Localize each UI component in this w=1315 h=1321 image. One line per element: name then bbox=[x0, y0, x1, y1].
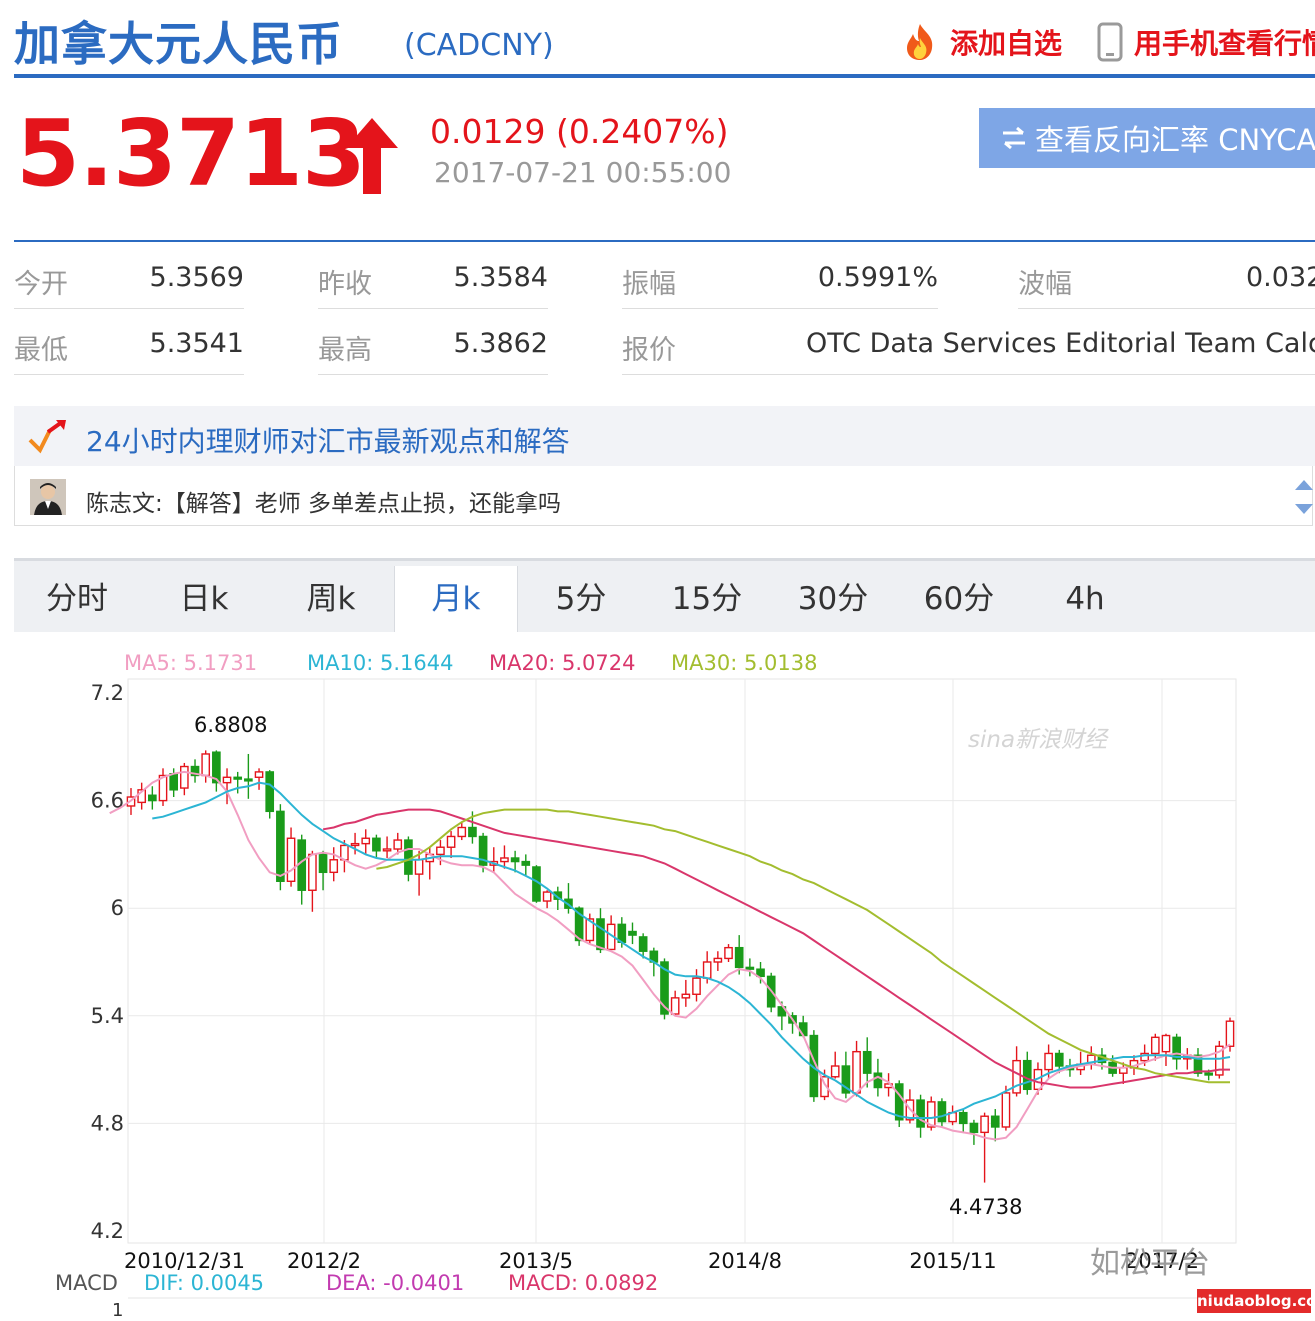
macd-label: MACD bbox=[55, 1271, 118, 1295]
high-annotation: 6.8808 bbox=[194, 713, 267, 737]
candle bbox=[190, 759, 200, 783]
candle bbox=[414, 850, 424, 896]
candle bbox=[489, 847, 499, 873]
sina-watermark: sina新浪财经 bbox=[968, 727, 1108, 753]
candle bbox=[894, 1080, 904, 1127]
y-tick-label: 5.4 bbox=[91, 1004, 124, 1028]
candle bbox=[265, 770, 275, 819]
candle bbox=[841, 1051, 851, 1099]
candle bbox=[286, 827, 296, 887]
candle bbox=[148, 786, 157, 810]
candle bbox=[137, 782, 146, 810]
candle bbox=[713, 951, 723, 971]
candle bbox=[318, 850, 328, 891]
candle bbox=[244, 753, 253, 799]
x-tick-label: 2013/5 bbox=[499, 1249, 573, 1273]
candle bbox=[937, 1098, 947, 1127]
x-tick-label: 2015/11 bbox=[909, 1249, 996, 1273]
candle bbox=[980, 1112, 989, 1183]
candle bbox=[212, 750, 221, 792]
blog-watermark: niudaoblog.com bbox=[1197, 1289, 1315, 1313]
low-annotation: 4.4738 bbox=[949, 1195, 1022, 1219]
ma-line-ma20 bbox=[322, 808, 1230, 1089]
candle bbox=[724, 944, 733, 962]
candle bbox=[1161, 1033, 1171, 1067]
candle bbox=[948, 1105, 957, 1126]
dea-legend: DEA: -0.0401 bbox=[326, 1271, 465, 1295]
candle bbox=[670, 990, 680, 1016]
y-tick-label: 4.8 bbox=[91, 1111, 124, 1135]
candle bbox=[308, 850, 317, 912]
candle bbox=[542, 890, 552, 909]
candle bbox=[852, 1040, 861, 1097]
candle bbox=[361, 829, 371, 855]
candle bbox=[1182, 1048, 1192, 1070]
candle bbox=[180, 762, 189, 796]
candle bbox=[1150, 1033, 1160, 1061]
candle bbox=[158, 768, 168, 806]
candle bbox=[628, 922, 637, 945]
candle bbox=[329, 847, 339, 882]
macd-axis-top: 1 bbox=[112, 1300, 124, 1321]
candle bbox=[297, 834, 307, 905]
candle bbox=[958, 1109, 968, 1133]
candle bbox=[564, 883, 573, 914]
candle bbox=[254, 768, 264, 790]
candle bbox=[681, 979, 691, 1007]
macd-value-legend: MACD: 0.0892 bbox=[508, 1271, 659, 1295]
y-tick-label: 7.2 bbox=[91, 681, 124, 705]
candle bbox=[990, 1109, 1000, 1142]
x-tick-label: 2012/2 bbox=[287, 1249, 361, 1273]
candle bbox=[276, 804, 285, 891]
candlestick-chart[interactable]: 7.26.665.44.84.22010/12/31 2012/2 2013/5 20… bbox=[0, 0, 1315, 1317]
candle bbox=[521, 854, 531, 876]
plot-frame bbox=[127, 678, 1237, 1244]
candle bbox=[969, 1119, 979, 1145]
candle bbox=[233, 771, 243, 794]
y-tick-label: 6 bbox=[111, 896, 124, 920]
candle bbox=[382, 836, 392, 858]
candle bbox=[1022, 1051, 1032, 1095]
wechat-watermark: 如松平台 bbox=[1090, 1246, 1210, 1281]
candle bbox=[372, 834, 381, 858]
candle bbox=[446, 831, 456, 858]
x-tick-label: 2010/12/31 bbox=[124, 1249, 245, 1273]
candle bbox=[201, 750, 211, 783]
x-tick-label: 2014/8 bbox=[708, 1249, 782, 1273]
candle bbox=[1086, 1046, 1096, 1070]
candle bbox=[692, 969, 701, 1002]
y-tick-label: 4.2 bbox=[91, 1219, 124, 1243]
dif-legend: DIF: 0.0045 bbox=[144, 1271, 265, 1295]
candle bbox=[1172, 1033, 1181, 1070]
candle bbox=[830, 1051, 840, 1079]
